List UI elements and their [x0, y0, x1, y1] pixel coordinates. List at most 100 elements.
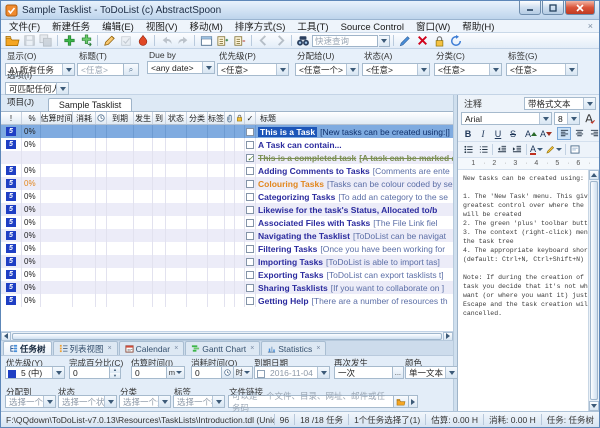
menu-item[interactable]: 移动(M)	[184, 22, 229, 33]
tasklist-tab[interactable]: Sample Tasklist	[48, 98, 132, 111]
chevron-down-icon[interactable]	[445, 367, 457, 378]
tab-list-view[interactable]: 列表视图×	[53, 341, 118, 355]
quick-find-dropdown-icon[interactable]	[379, 35, 390, 47]
task-checkbox[interactable]	[246, 167, 254, 175]
indent-icon[interactable]	[510, 143, 524, 156]
priority-combo[interactable]: 5 (中)	[5, 366, 65, 379]
task-checkbox[interactable]	[246, 297, 254, 305]
spent-unit-button[interactable]: 时	[234, 366, 254, 379]
menu-item[interactable]: 工具(T)	[291, 22, 334, 33]
highlight-color-icon[interactable]	[545, 143, 563, 156]
new-task-icon[interactable]	[61, 33, 77, 48]
goto-next-task-icon[interactable]	[272, 33, 288, 48]
estimate-unit-button[interactable]: m	[167, 366, 185, 379]
tab-calendar[interactable]: Calendar×	[119, 341, 185, 355]
task-title[interactable]: Sharing Tasklists	[258, 283, 328, 293]
chevron-down-icon[interactable]	[417, 64, 429, 75]
tab-close-icon[interactable]: ×	[108, 345, 112, 352]
task-list[interactable]: 5 0% This is a Task [New tasks can be cr…	[1, 125, 453, 331]
file-link-go-icon[interactable]	[409, 395, 418, 408]
task-checkbox[interactable]	[246, 232, 254, 240]
menu-item[interactable]: 视图(V)	[140, 22, 184, 33]
scroll-down-icon[interactable]	[589, 401, 599, 411]
filter-priority-combo[interactable]: <任意>	[217, 63, 289, 76]
delete-task-icon[interactable]	[414, 33, 430, 48]
task-title[interactable]: A Task can contain...	[258, 140, 342, 150]
task-row[interactable]: 5 0% Likewise for the task's Status, All…	[1, 203, 453, 216]
tag-combo[interactable]: 选择一个标签	[173, 395, 225, 408]
chevron-down-icon[interactable]	[158, 396, 170, 407]
style-brush-icon[interactable]	[397, 33, 413, 48]
task-checkbox[interactable]	[246, 128, 254, 136]
font-name-combo[interactable]: Arial	[461, 112, 552, 125]
chevron-down-icon[interactable]	[43, 396, 55, 407]
task-checkbox[interactable]	[246, 245, 254, 253]
paragraph-box-icon[interactable]	[568, 143, 582, 156]
filter-title-input[interactable]: <任意>	[77, 63, 124, 76]
filter-options-combo[interactable]: 可匹配任何人...	[5, 82, 69, 95]
filter-status-combo[interactable]: <任意>	[362, 63, 430, 76]
task-table-header[interactable]: ! % 估算时间 消耗 到期 发生 到 状态 分类 标签 ✓ 标题	[1, 112, 453, 125]
filter-due-combo[interactable]: <any date>	[147, 61, 215, 74]
underline-button[interactable]: U	[491, 127, 505, 140]
numbered-list-icon[interactable]	[476, 143, 490, 156]
recurrence-more-button[interactable]: ...	[393, 366, 404, 379]
align-left-icon[interactable]	[557, 127, 571, 140]
due-date-field[interactable]: 2016-11-04	[254, 366, 330, 379]
comments-format-combo[interactable]: 带格式文本	[524, 97, 596, 110]
task-title[interactable]: Adding Comments to Tasks	[258, 166, 370, 176]
task-row[interactable]: 5 0% Adding Comments to Tasks [Comments …	[1, 164, 453, 177]
tab-close-icon[interactable]: ×	[250, 345, 254, 352]
task-checkbox[interactable]	[246, 284, 254, 292]
chevron-down-icon[interactable]	[202, 62, 214, 73]
category-combo[interactable]: 选择一个分类	[119, 395, 171, 408]
chevron-down-icon[interactable]	[539, 113, 551, 124]
scrollbar-thumb[interactable]	[590, 181, 598, 400]
task-row[interactable]: 5 0% Sharing Tasklists [If you want to c…	[1, 281, 453, 294]
task-title[interactable]: Filtering Tasks	[258, 244, 317, 254]
menu-item[interactable]: 窗口(W)	[410, 22, 456, 33]
tab-close-icon[interactable]: ×	[174, 345, 178, 352]
filter-allocated-combo[interactable]: <任意一个>	[295, 63, 359, 76]
save-all-icon[interactable]	[38, 33, 54, 48]
menubar-pin-icon[interactable]: ×	[584, 21, 597, 31]
horizontal-scrollbar[interactable]	[1, 331, 453, 340]
task-checkbox[interactable]	[246, 271, 254, 279]
open-file-icon[interactable]	[4, 33, 20, 48]
chevron-down-icon[interactable]	[583, 98, 595, 109]
spellcheck-icon[interactable]	[582, 112, 596, 125]
task-title[interactable]: Exporting Tasks	[258, 270, 324, 280]
task-checkbox[interactable]	[246, 141, 254, 149]
filter-category-combo[interactable]: <任意>	[434, 63, 502, 76]
menu-item[interactable]: 编辑(E)	[96, 22, 140, 33]
clock-icon[interactable]	[96, 112, 107, 124]
edit-task-icon[interactable]	[101, 33, 117, 48]
spent-clock-icon[interactable]	[222, 366, 234, 379]
save-icon[interactable]	[21, 33, 37, 48]
task-row[interactable]: 5 0% This is a Task [New tasks can be cr…	[1, 125, 453, 138]
scroll-up-icon[interactable]	[589, 170, 599, 180]
expand-tasks-icon[interactable]	[215, 33, 231, 48]
lock-icon[interactable]	[431, 33, 447, 48]
estimate-input[interactable]: 0	[131, 366, 167, 379]
task-row[interactable]: 5 0% Associated Files with Tasks [The Fi…	[1, 216, 453, 229]
menu-item[interactable]: 文件(F)	[3, 22, 46, 33]
task-row[interactable]: ✓ This is a completed task [A task can b…	[1, 151, 453, 164]
file-link-browse-icon[interactable]	[394, 395, 409, 408]
minimize-icon[interactable]	[519, 1, 541, 15]
filter-title-button[interactable]: ⌕	[124, 63, 139, 76]
chevron-down-icon[interactable]	[52, 367, 64, 378]
chevron-down-icon[interactable]	[565, 64, 577, 75]
redo-icon[interactable]	[175, 33, 191, 48]
due-date-checkbox[interactable]	[257, 370, 265, 378]
chevron-down-icon[interactable]	[346, 64, 358, 75]
bullet-list-icon[interactable]	[461, 143, 475, 156]
maximize-tasklist-icon[interactable]	[198, 33, 214, 48]
task-row[interactable]: 5 0% Exporting Tasks [ToDoList can expor…	[1, 268, 453, 281]
title-bar[interactable]: Sample Tasklist - ToDoList (c) AbstractS…	[1, 1, 599, 20]
allocate-to-combo[interactable]: 选择一个名称	[5, 395, 56, 408]
new-subtask-icon[interactable]	[78, 33, 94, 48]
chevron-down-icon[interactable]	[104, 396, 116, 407]
task-title[interactable]: Colouring Tasks	[258, 179, 324, 189]
refresh-icon[interactable]	[448, 33, 464, 48]
